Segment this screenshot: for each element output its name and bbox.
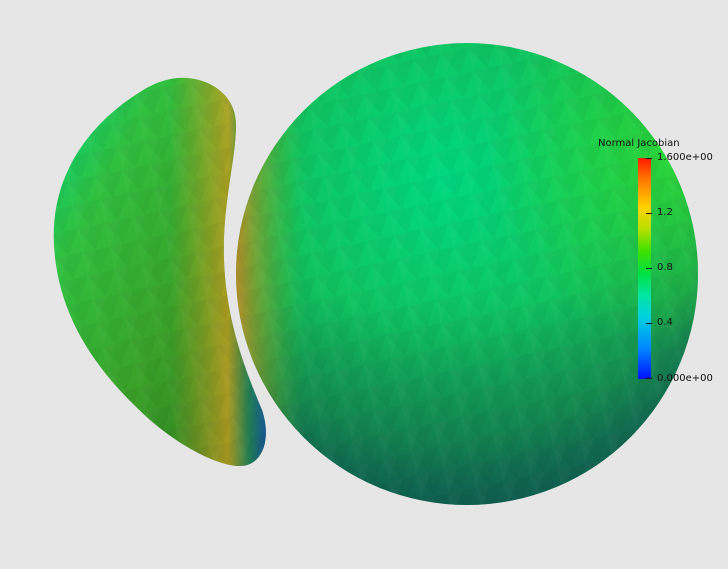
legend-tick-max [646,158,652,159]
legend-tick [646,323,652,324]
render-viewport[interactable]: Normal Jacobian 1.600e+00 1.2 0.8 0.4 0.… [0,0,728,569]
legend-tick-label: 0.8 [657,262,673,273]
legend-tick-label: 1.2 [657,207,673,218]
legend-max-label: 1.600e+00 [657,152,713,163]
legend-title: Normal Jacobian [598,138,680,149]
legend-tick [646,213,652,214]
legend-min-label: 0.000e+00 [657,373,713,384]
legend-tick-label: 0.4 [657,317,673,328]
legend-tick [646,268,652,269]
3d-scene[interactable] [0,0,728,569]
kidney-mesh[interactable] [53,77,266,466]
legend-tick-min [646,378,652,379]
sphere-mesh[interactable] [236,43,698,505]
